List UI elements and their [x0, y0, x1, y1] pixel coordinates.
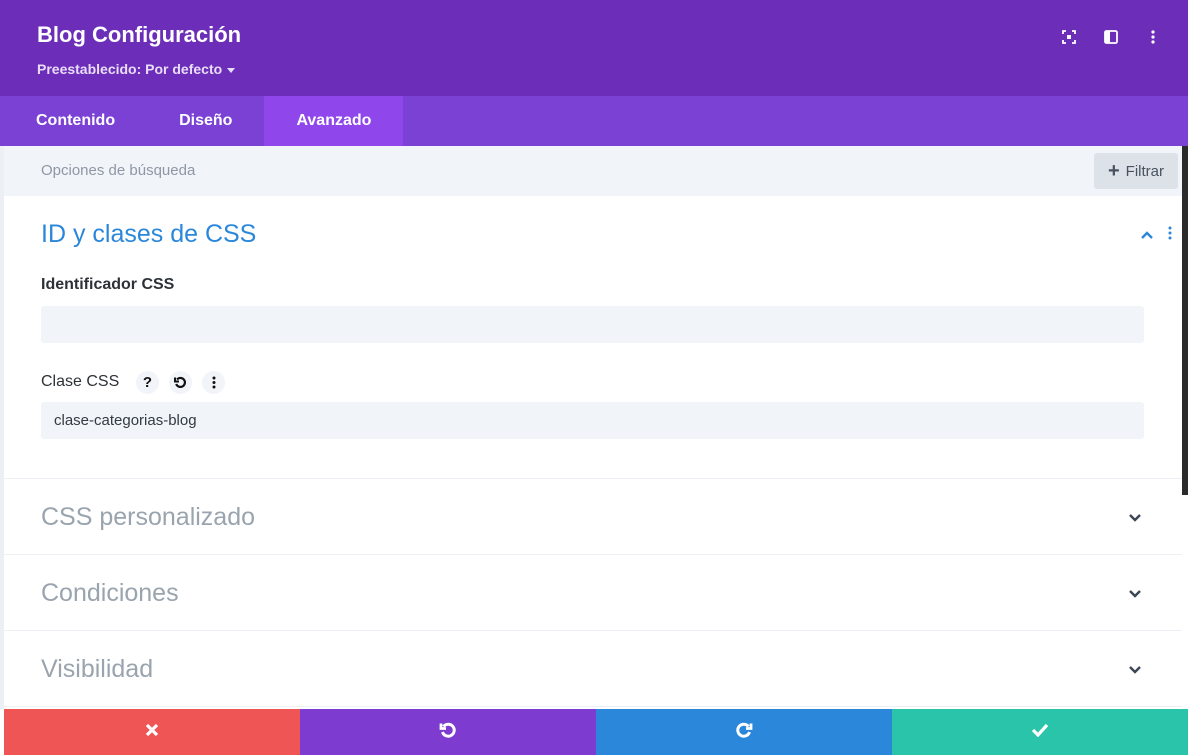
css-class-label: Clase CSS — [41, 373, 120, 390]
css-id-label: Identificador CSS — [41, 276, 175, 293]
action-footer — [4, 709, 1188, 755]
chevron-up-icon[interactable] — [1140, 227, 1154, 245]
section-conditions[interactable]: Condiciones — [4, 555, 1182, 631]
header-actions — [1058, 26, 1164, 48]
check-icon — [1031, 723, 1049, 742]
undo-button[interactable] — [300, 709, 596, 755]
tab-diseno[interactable]: Diseño — [147, 96, 264, 146]
css-class-field[interactable] — [41, 402, 1144, 439]
section-title-conditions[interactable]: Condiciones — [41, 579, 179, 608]
caret-down-icon — [227, 67, 236, 73]
section-css-ids: ID y clases de CSS Identificador CSS Cla… — [4, 196, 1182, 479]
chevron-down-icon[interactable] — [1128, 661, 1142, 679]
more-options-icon[interactable] — [1142, 26, 1164, 48]
section-custom-css[interactable]: CSS personalizado — [4, 479, 1182, 555]
section-title-custom-css[interactable]: CSS personalizado — [41, 503, 255, 532]
undo-icon — [439, 721, 457, 744]
reset-icon[interactable] — [169, 371, 192, 394]
panel-header: Blog Configuración Preestablecido: Por d… — [0, 0, 1188, 96]
field-tools: ? — [136, 371, 225, 394]
filter-button[interactable]: + Filtrar — [1093, 153, 1178, 189]
cancel-button[interactable] — [4, 709, 300, 755]
section-visibility[interactable]: Visibilidad — [4, 631, 1182, 707]
settings-panel: Blog Configuración Preestablecido: Por d… — [0, 0, 1188, 755]
search-input[interactable]: Opciones de búsqueda — [41, 162, 195, 179]
preset-label: Preestablecido: Por defecto — [37, 61, 223, 77]
preset-selector[interactable]: Preestablecido: Por defecto — [37, 61, 236, 77]
redo-button[interactable] — [596, 709, 892, 755]
chevron-down-icon[interactable] — [1128, 509, 1142, 527]
tab-avanzado[interactable]: Avanzado — [264, 96, 404, 146]
section-more-icon[interactable] — [1168, 226, 1172, 245]
scrollbar[interactable] — [1182, 146, 1188, 495]
chevron-down-icon[interactable] — [1128, 585, 1142, 603]
filter-label: Filtrar — [1125, 162, 1164, 180]
fullscreen-icon[interactable] — [1058, 26, 1080, 48]
panel-title: Blog Configuración — [37, 22, 242, 47]
css-id-field[interactable] — [41, 306, 1144, 343]
save-button[interactable] — [892, 709, 1188, 755]
section-title-visibility[interactable]: Visibilidad — [41, 655, 153, 684]
options-search-bar[interactable]: Opciones de búsqueda + Filtrar — [4, 146, 1182, 196]
split-view-icon[interactable] — [1100, 26, 1122, 48]
more-icon[interactable] — [202, 371, 225, 394]
section-title-css-ids[interactable]: ID y clases de CSS — [41, 220, 256, 249]
plus-icon: + — [1107, 160, 1120, 182]
tab-bar: Contenido Diseño Avanzado — [0, 96, 1188, 146]
tab-contenido[interactable]: Contenido — [0, 96, 147, 146]
section-controls — [1140, 226, 1172, 245]
close-icon — [145, 723, 159, 742]
help-icon[interactable]: ? — [136, 371, 159, 394]
redo-icon — [735, 721, 753, 744]
